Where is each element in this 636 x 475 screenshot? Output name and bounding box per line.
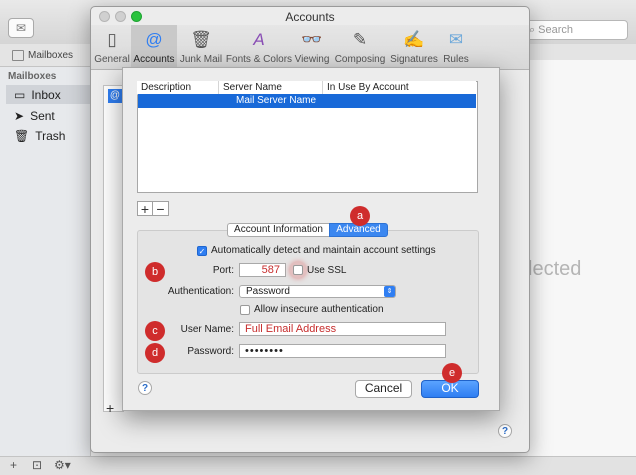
badge-a: a [350,206,370,226]
account-at-icon: @ [108,89,122,103]
tab-rules[interactable]: ✉ Rules [441,25,471,69]
tab-general[interactable]: ▯ General [94,25,130,69]
table-header: Description Server Name In Use By Accoun… [137,81,476,95]
cancel-button[interactable]: Cancel [355,380,412,398]
badge-e: e [442,363,462,383]
badge-b: b [145,262,165,282]
tab-account-information[interactable]: Account Information [227,223,329,237]
chevron-updown-icon: ⇕ [384,286,395,297]
tab-composing[interactable]: ✎ Composing [333,25,387,69]
add-remove-controls: + − [137,201,169,217]
tab-accounts[interactable]: @ Accounts [131,25,177,69]
allow-insecure-checkbox[interactable] [240,305,250,315]
sidebar-toggle-icon [12,49,24,61]
authentication-label: Authentication: [167,286,234,297]
glasses-icon: 👓 [301,30,323,49]
signature-icon: ✍ [403,30,425,49]
gear-icon[interactable]: ⚙▾ [54,458,71,472]
mail-bottom-bar [0,456,636,475]
account-list[interactable] [103,85,124,412]
use-ssl-checkbox[interactable] [293,265,303,275]
authentication-select[interactable]: Password [239,285,396,298]
help-button[interactable]: ? [138,381,152,395]
zoom-window-button[interactable] [131,11,142,22]
sidebar-item-inbox[interactable]: ▭ Inbox [6,85,90,104]
trash-icon: 🗑 [14,128,30,143]
badge-c: c [145,321,165,341]
add-server-button[interactable]: + [137,201,153,217]
close-window-button[interactable] [99,11,110,22]
tab-viewing[interactable]: 👓 Viewing [293,25,331,69]
sidebar-item-trash[interactable]: 🗑 Trash [6,126,90,145]
junk-bin-icon: 🗑 [190,30,212,49]
light-switch-icon: ▯ [107,30,117,49]
minimize-window-button[interactable] [115,11,126,22]
use-ssl-label: Use SSL [307,265,347,276]
badge-d: d [145,343,165,363]
inbox-icon: ▭ [14,87,26,102]
sidebar-item-sent[interactable]: ➤ Sent [6,106,90,125]
rules-icon: ✉ [448,30,464,49]
add-mailbox-button[interactable]: + [10,458,17,472]
auto-detect-checkbox[interactable]: ✓ [197,246,207,256]
column-header-server-name[interactable]: Server Name [219,81,323,94]
pencil-paper-icon: ✎ [352,30,368,49]
tab-signatures[interactable]: ✍ Signatures [389,25,439,69]
column-header-description[interactable]: Description [137,81,219,94]
auto-detect-label: Automatically detect and maintain accoun… [211,245,436,256]
font-letter-icon: A [253,30,265,49]
search-input[interactable]: ⌕ Search [522,20,628,40]
allow-insecure-label: Allow insecure authentication [254,304,384,315]
table-row[interactable]: Mail Server Name [138,94,476,108]
column-header-in-use[interactable]: In Use By Account [323,81,476,94]
preferences-help-button[interactable]: ? [498,424,512,438]
remove-server-button[interactable]: − [153,201,169,217]
paper-plane-icon: ➤ [14,108,25,123]
compose-button[interactable]: ✉ [8,18,34,38]
password-field[interactable]: •••••••• [239,344,446,358]
favorites-mailboxes-button[interactable]: Mailboxes [12,48,73,62]
envelope-icon: ✉ [15,21,27,35]
username-field[interactable]: Full Email Address [239,322,446,336]
add-account-button[interactable]: + [106,400,114,416]
activity-icon[interactable]: ⊡ [32,458,42,472]
tab-junk-mail[interactable]: 🗑 Junk Mail [179,25,223,69]
port-field[interactable]: 587 [239,263,286,277]
no-message-selected-text: lected [528,258,582,280]
tab-fonts-colors[interactable]: A Fonts & Colors [225,25,293,69]
at-sign-icon: @ [145,30,163,49]
window-title: Accounts [285,10,335,24]
cell-server-name: Mail Server Name [236,95,317,106]
sidebar-header: Mailboxes [8,71,57,82]
